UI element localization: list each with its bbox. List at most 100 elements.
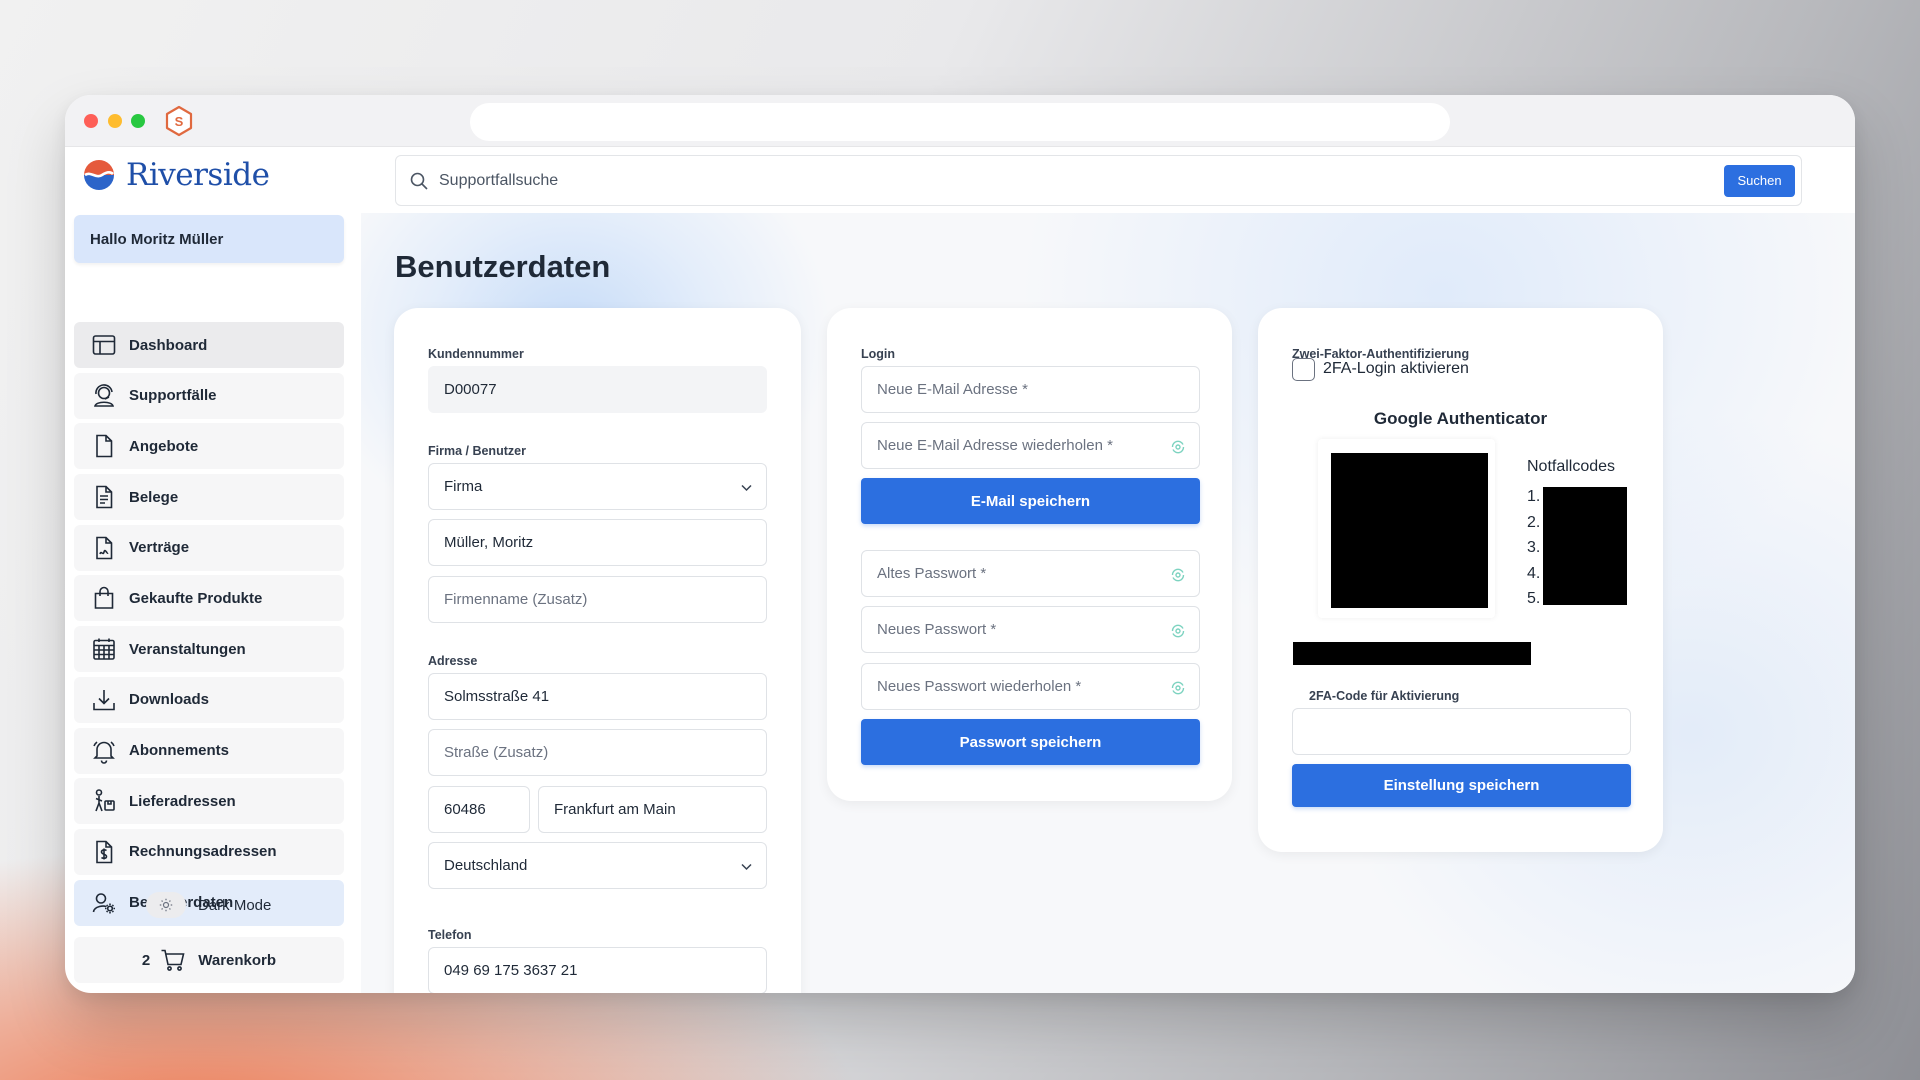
password-manager-icon[interactable] bbox=[1170, 680, 1186, 696]
street-extra-field[interactable]: Straße (Zusatz) bbox=[428, 729, 767, 776]
street-field[interactable]: Solmsstraße 41 bbox=[428, 673, 767, 720]
customer-data-card: Kundennummer D00077 Firma / Benutzer Fir… bbox=[394, 308, 801, 993]
sidebar-item-label: Supportfälle bbox=[129, 387, 217, 405]
browser-window: S Riverside Hallo Moritz Müller Dashboar… bbox=[65, 95, 1855, 993]
maximize-window-button[interactable] bbox=[131, 114, 145, 128]
sidebar-item-label: Dashboard bbox=[129, 336, 208, 354]
cart-icon bbox=[161, 949, 185, 971]
layout-icon bbox=[92, 335, 116, 355]
sidebar-item-label: Belege bbox=[129, 488, 179, 506]
login-label: Login bbox=[861, 347, 896, 361]
delivery-person-icon bbox=[95, 789, 115, 812]
customer-number-field: D00077 bbox=[428, 366, 767, 413]
new-password-field[interactable]: Neues Passwort * bbox=[861, 606, 1200, 653]
code-number: 4. bbox=[1527, 564, 1541, 582]
country-value: Deutschland bbox=[444, 857, 528, 874]
zip-field[interactable]: 60486 bbox=[428, 786, 530, 833]
minimize-window-button[interactable] bbox=[108, 114, 122, 128]
secret-key-redacted bbox=[1293, 642, 1531, 665]
sidebar-nav: Dashboard Supportfälle Angebote Belege V… bbox=[74, 322, 344, 930]
sidebar-item-lieferadressen[interactable]: Lieferadressen bbox=[74, 778, 344, 825]
support-agent-icon bbox=[94, 383, 114, 407]
contract-icon bbox=[96, 536, 113, 560]
download-icon bbox=[93, 689, 115, 711]
sidebar-item-supportfaelle[interactable]: Supportfälle bbox=[74, 372, 344, 419]
sidebar-item-label: Gekaufte Produkte bbox=[129, 589, 263, 607]
page-title: Benutzerdaten bbox=[395, 249, 611, 284]
twofa-checkbox[interactable] bbox=[1292, 358, 1315, 381]
invoice-dollar-icon bbox=[96, 840, 113, 864]
calendar-icon bbox=[93, 638, 115, 660]
old-password-placeholder: Altes Passwort * bbox=[877, 565, 987, 582]
city-field[interactable]: Frankfurt am Main bbox=[538, 786, 767, 833]
sidebar-item-rechnungsadressen[interactable]: Rechnungsadressen bbox=[74, 828, 344, 875]
code-number: 2. bbox=[1527, 513, 1541, 531]
qr-code-redacted bbox=[1331, 453, 1488, 608]
customer-type-select[interactable]: Firma bbox=[428, 463, 767, 510]
search-button[interactable]: Suchen bbox=[1724, 164, 1795, 197]
cart-count: 2 bbox=[141, 951, 151, 969]
password-manager-icon[interactable] bbox=[1170, 567, 1186, 583]
dark-mode-toggle[interactable]: Dark Mode bbox=[146, 892, 271, 918]
code-number: 1. bbox=[1527, 488, 1541, 505]
dark-mode-label: Dark Mode bbox=[198, 896, 272, 914]
sidebar-item-vertraege[interactable]: Verträge bbox=[74, 524, 344, 571]
address-label: Adresse bbox=[428, 654, 478, 668]
svg-text:S: S bbox=[175, 114, 184, 129]
sidebar-item-label: Verträge bbox=[129, 539, 190, 557]
sidebar-item-dashboard[interactable]: Dashboard bbox=[74, 322, 344, 368]
country-select[interactable]: Deutschland bbox=[428, 842, 767, 889]
twofa-label: Zwei-Faktor-Authentifizierung bbox=[1292, 347, 1470, 361]
name-field[interactable]: Müller, Moritz bbox=[428, 519, 767, 566]
dark-mode-switch[interactable] bbox=[146, 892, 186, 918]
receipt-icon bbox=[96, 485, 113, 509]
brand-name: Riverside bbox=[126, 157, 270, 193]
cart-button[interactable]: 2 Warenkorb bbox=[74, 937, 344, 983]
twofa-checkbox-label[interactable]: 2FA-Login aktivieren bbox=[1323, 360, 1469, 378]
save-password-button[interactable]: Passwort speichern bbox=[861, 719, 1200, 765]
main-content: Benutzerdaten Kundennummer D00077 Firma … bbox=[361, 213, 1855, 993]
google-authenticator-title: Google Authenticator bbox=[1373, 409, 1548, 428]
company-extra-field[interactable]: Firmenname (Zusatz) bbox=[428, 576, 767, 623]
activation-code-field[interactable] bbox=[1292, 708, 1631, 755]
shopping-bag-icon bbox=[94, 587, 114, 610]
riverside-logo-icon bbox=[84, 160, 114, 190]
activation-code-label: 2FA-Code für Aktivierung bbox=[1309, 689, 1460, 703]
save-email-button[interactable]: E-Mail speichern bbox=[861, 478, 1200, 524]
sidebar-item-label: Angebote bbox=[129, 437, 199, 455]
brand-logo[interactable]: Riverside bbox=[82, 157, 270, 193]
chevron-down-icon bbox=[741, 863, 752, 871]
document-icon bbox=[96, 435, 113, 458]
repeat-email-field[interactable]: Neue E-Mail Adresse wiederholen * bbox=[861, 422, 1200, 469]
sidebar-item-abonnements[interactable]: Abonnements bbox=[74, 727, 344, 774]
login-card: Login Neue E-Mail Adresse * Neue E-Mail … bbox=[827, 308, 1232, 801]
sidebar-item-gekaufte-produkte[interactable]: Gekaufte Produkte bbox=[74, 575, 344, 622]
sidebar-item-veranstaltungen[interactable]: Veranstaltungen bbox=[74, 626, 344, 673]
phone-field[interactable]: 049 69 175 3637 21 bbox=[428, 947, 767, 993]
sidebar-item-belege[interactable]: Belege bbox=[74, 474, 344, 521]
password-manager-icon[interactable] bbox=[1170, 439, 1186, 455]
emergency-codes-title: Notfallcodes bbox=[1527, 458, 1616, 475]
save-settings-button[interactable]: Einstellung speichern bbox=[1292, 764, 1631, 807]
sidebar-item-label: Lieferadressen bbox=[129, 792, 236, 810]
sidebar-item-label: Downloads bbox=[129, 691, 210, 709]
s-hexagon-icon[interactable]: S bbox=[164, 105, 194, 137]
password-manager-icon[interactable] bbox=[1170, 623, 1186, 639]
sidebar-item-label: Abonnements bbox=[129, 742, 230, 759]
address-bar[interactable] bbox=[470, 103, 1450, 141]
repeat-password-field[interactable]: Neues Passwort wiederholen * bbox=[861, 663, 1200, 710]
bell-icon bbox=[93, 740, 115, 764]
company-user-label: Firma / Benutzer bbox=[428, 444, 526, 458]
new-email-field[interactable]: Neue E-Mail Adresse * bbox=[861, 366, 1200, 413]
code-number: 3. bbox=[1527, 539, 1541, 556]
emergency-codes-redacted bbox=[1543, 487, 1627, 605]
twofa-card: Zwei-Faktor-Authentifizierung 2FA-Login … bbox=[1258, 308, 1663, 852]
sidebar-item-angebote[interactable]: Angebote bbox=[74, 423, 344, 470]
search-input[interactable] bbox=[439, 171, 1724, 190]
sidebar-item-label: Rechnungsadressen bbox=[129, 843, 277, 861]
close-window-button[interactable] bbox=[84, 114, 98, 128]
user-greeting: Hallo Moritz Müller bbox=[74, 215, 344, 263]
old-password-field[interactable]: Altes Passwort * bbox=[861, 550, 1200, 597]
chevron-down-icon bbox=[741, 484, 752, 492]
sidebar-item-downloads[interactable]: Downloads bbox=[74, 676, 344, 723]
